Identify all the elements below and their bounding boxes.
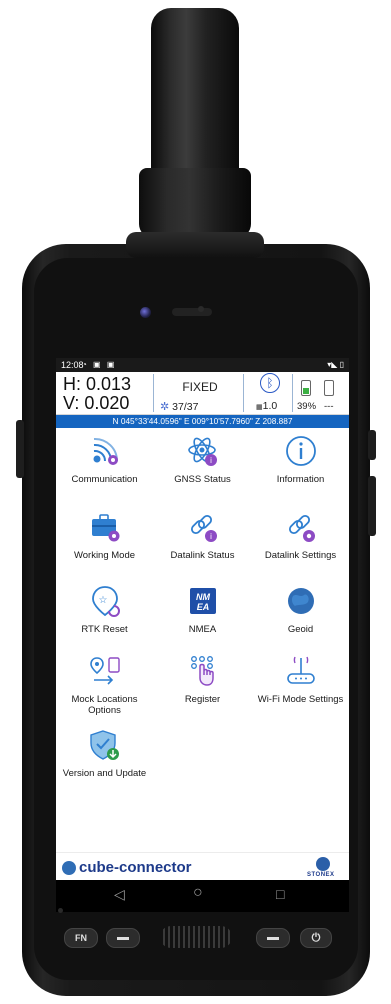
menu-label: Datalink Status: [170, 550, 235, 561]
brand-footer: cube-connector STONEX: [56, 852, 349, 880]
coordinate-bar: N 045°33'44.0596" E 009°10'57.7960" Z 20…: [56, 415, 349, 428]
menu-label: Communication: [71, 474, 138, 485]
divider: [292, 374, 293, 412]
divider: [153, 374, 154, 412]
menu-wifi-mode-settings[interactable]: Wi-Fi Mode Settings: [252, 654, 349, 705]
svg-text:EA: EA: [196, 602, 209, 612]
menu-label: Mock Locations Options: [71, 694, 138, 716]
wifi-mode-icon: [284, 654, 318, 688]
menu-label: Version and Update: [62, 768, 147, 779]
fn-key[interactable]: FN: [64, 928, 98, 948]
power-key[interactable]: ⏻: [300, 928, 332, 948]
left-key[interactable]: [106, 928, 140, 948]
side-button-right-upper[interactable]: [368, 430, 376, 460]
signal-battery-icons: ▾◣ ▯: [327, 360, 344, 369]
menu-rtk-reset[interactable]: ☆ RTK Reset: [56, 584, 153, 635]
side-button-right-lower[interactable]: [368, 476, 376, 536]
correction-age: ▦1.0: [256, 400, 277, 412]
datalink-status-icon: i: [186, 510, 220, 544]
svg-text:☆: ☆: [98, 595, 107, 606]
app-name: cube-connector: [79, 859, 192, 876]
menu-geoid[interactable]: Geoid: [252, 584, 349, 635]
right-key[interactable]: [256, 928, 290, 948]
information-icon: [284, 434, 318, 468]
battery-1-percent: 39%: [297, 401, 317, 412]
gnss-status-icon: i: [186, 434, 220, 468]
device-screen: 12:08 ◔ ▣ ▣ ▾◣ ▯ H: 0.013 V: 0.020 FIXED…: [56, 358, 349, 880]
status-led: [58, 908, 63, 913]
datalink-settings-icon: [284, 510, 318, 544]
menu-information[interactable]: Information: [252, 434, 349, 485]
android-nav-bar: ◁ ○ □: [56, 880, 349, 912]
svg-text:NM: NM: [196, 592, 210, 602]
app-name-part1: cube: [79, 859, 115, 876]
v-precision: V: 0.020: [63, 393, 130, 413]
satellite-count[interactable]: ✲ 37/37: [160, 400, 198, 413]
stonex-wordmark: STONEX: [307, 872, 335, 878]
satellite-icon: ✲: [160, 401, 170, 413]
menu-label: Information: [276, 474, 325, 485]
menu-label: Wi-Fi Mode Settings: [257, 694, 344, 705]
svg-text:i: i: [210, 456, 212, 465]
menu-label: NMEA: [188, 624, 217, 635]
menu-label: Geoid: [287, 624, 314, 635]
menu-datalink-settings[interactable]: Datalink Settings: [252, 510, 349, 561]
status-time: 12:08: [61, 360, 84, 370]
working-mode-icon: [88, 510, 122, 544]
version-update-icon: [88, 728, 122, 762]
nav-recents-button[interactable]: □: [276, 886, 284, 902]
menu-register[interactable]: Register: [154, 654, 251, 705]
register-icon: [186, 654, 220, 688]
age-icon: ▦: [256, 404, 263, 411]
stonex-logo: [316, 857, 330, 871]
minus-icon: [117, 937, 129, 941]
nav-home-button[interactable]: ○: [193, 884, 203, 902]
antenna-mount: [126, 232, 264, 258]
android-status-bar: 12:08 ◔ ▣ ▣ ▾◣ ▯: [56, 358, 349, 372]
battery-2-percent: ---: [324, 401, 334, 412]
svg-text:i: i: [210, 532, 212, 541]
correction-age-value: 1.0: [262, 400, 278, 412]
menu-communication[interactable]: Communication: [56, 434, 153, 485]
rtk-reset-icon: ☆: [88, 584, 122, 618]
geoid-icon: [284, 584, 318, 618]
front-camera: [140, 307, 151, 318]
speaker-grille: [160, 926, 232, 948]
menu-label: GNSS Status: [174, 474, 231, 485]
gnss-info-bar: H: 0.013 V: 0.020 FIXED ✲ 37/37 ᛒ ▦1.0 3…: [56, 372, 349, 415]
minus-icon: [267, 937, 279, 941]
notification-icons: ◔ ▣ ▣: [82, 360, 117, 369]
menu-version-and-update[interactable]: Version and Update: [56, 728, 153, 779]
menu-label: Working Mode: [73, 550, 136, 561]
menu-mock-locations[interactable]: Mock Locations Options: [56, 654, 153, 716]
battery-1-icon: [301, 380, 311, 396]
menu-label: RTK Reset: [81, 624, 128, 635]
communication-icon: [88, 434, 122, 468]
nav-back-button[interactable]: ◁: [114, 886, 125, 903]
menu-gnss-status[interactable]: i GNSS Status: [154, 434, 251, 485]
nmea-icon: NM EA: [186, 584, 220, 618]
satellite-count-value: 37/37: [172, 401, 199, 413]
app-name-part2: -connector: [114, 859, 192, 876]
earpiece: [172, 308, 212, 316]
menu-datalink-status[interactable]: i Datalink Status: [154, 510, 251, 561]
mock-locations-icon: [88, 654, 122, 688]
proximity-sensor: [198, 306, 204, 312]
divider: [243, 374, 244, 412]
h-precision: H: 0.013: [63, 374, 132, 394]
solution-status[interactable]: FIXED: [156, 380, 244, 394]
menu-working-mode[interactable]: Working Mode: [56, 510, 153, 561]
menu-label: Datalink Settings: [264, 550, 337, 561]
menu-label: Register: [184, 694, 221, 705]
menu-nmea[interactable]: NM EA NMEA: [154, 584, 251, 635]
gnss-antenna: [151, 8, 239, 176]
side-button-left[interactable]: [16, 420, 24, 478]
battery-2-icon: [324, 380, 334, 396]
cube-connector-logo: [62, 861, 76, 875]
antenna-collar: [139, 168, 251, 238]
bluetooth-icon[interactable]: ᛒ: [260, 373, 280, 393]
